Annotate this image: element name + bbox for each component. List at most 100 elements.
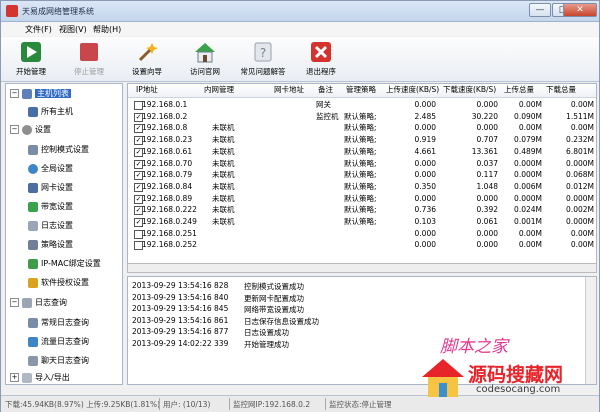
table-row[interactable]: 192.168.0.251 0.000 0.000 0.00M 0.00M <box>128 229 596 239</box>
cell-note: 网关 <box>316 100 331 109</box>
cell-downtotal: 0.232M <box>566 135 594 145</box>
log-message: 网络带宽设置成功 <box>244 305 304 314</box>
control-icon <box>28 144 38 155</box>
cell-lan: 未联机 <box>212 135 235 145</box>
cell-up: 0.000 <box>414 123 436 133</box>
col-download-total[interactable]: 下载总量 <box>546 84 576 96</box>
tree-chat-log[interactable]: 聊天日志查询 <box>28 355 89 369</box>
cell-down: 13.361 <box>471 146 498 156</box>
cell-down: 0.000 <box>476 123 498 133</box>
minimize-button[interactable]: — <box>529 3 551 17</box>
col-mac[interactable]: 网卡地址 <box>274 84 304 96</box>
menu-help[interactable]: 帮助(H) <box>93 24 121 35</box>
stop-manage-button[interactable]: 停止管理 <box>61 39 117 79</box>
cell-downtotal: 0.068M <box>566 170 594 180</box>
wand-icon <box>136 41 158 63</box>
table-row[interactable]: ✓ 192.168.0.79 未联机 默认策略; 0.000 0.117 0.000M 0.0… <box>128 170 596 181</box>
cell-downtotal: 0.00M <box>570 123 594 133</box>
table-row[interactable]: ✓ 192.168.0.222 未联机 默认策略; 0.736 0.392 0.024M 0.… <box>128 205 596 216</box>
col-upload-speed[interactable]: 上传速度(KB/S) <box>386 84 439 96</box>
table-horizontal-scrollbar[interactable] <box>127 263 597 273</box>
watermark-url: codesocang.com <box>476 384 561 395</box>
cell-lan: 未联机 <box>212 146 235 156</box>
computer-icon <box>28 106 38 117</box>
cell-ip: 192.168.0.2 <box>142 111 188 121</box>
faq-button[interactable]: ? 常见问题解答 <box>235 39 291 79</box>
menu-view[interactable]: 视图(V) <box>59 24 87 35</box>
nav-tree: − 主机列表 所有主机 − 设置 控制模式设置 全局设置 网卡设置 带宽设置 日志设… <box>5 83 123 385</box>
collapse-toggle[interactable]: − <box>10 125 19 134</box>
tree-log-settings[interactable]: 日志设置 <box>28 220 73 234</box>
watermark-house-icon <box>422 359 464 397</box>
cell-uptotal: 0.024M <box>514 205 542 215</box>
log-time: 2013-09-29 13:54:16 877 <box>132 327 229 336</box>
start-manage-button[interactable]: 开始管理 <box>3 39 59 79</box>
cell-down: 0.000 <box>476 193 498 203</box>
setup-wizard-button[interactable]: 设置向导 <box>119 39 175 79</box>
tree-nic-settings[interactable]: 网卡设置 <box>28 182 73 196</box>
tree-all-hosts[interactable]: 所有主机 <box>28 106 73 120</box>
collapse-toggle[interactable]: − <box>10 89 19 98</box>
col-note[interactable]: 备注 <box>318 84 333 96</box>
tree-import-export[interactable]: + 导入/导出 <box>10 372 70 386</box>
table-row[interactable]: 192.168.0.1 网关 0.000 0.000 0.00M 0.00M <box>128 100 596 110</box>
tree-control-mode[interactable]: 控制模式设置 <box>28 144 89 158</box>
col-policy[interactable]: 管理策略 <box>346 84 376 96</box>
cell-up: 0.103 <box>414 217 436 226</box>
tree-ipmac-settings[interactable]: IP-MAC绑定设置 <box>28 258 101 272</box>
status-state: 监控状态:停止管理 <box>329 400 392 409</box>
expand-toggle[interactable]: + <box>10 373 19 382</box>
table-row[interactable]: ✓ 192.168.0.70 未联机 默认策略; 0.000 0.037 0.000M 0.0… <box>128 159 596 169</box>
menu-file[interactable]: 文件(F) <box>25 24 52 35</box>
folder-icon <box>22 372 32 383</box>
watermark-codesocang: 源码搜藏网 <box>468 364 564 386</box>
cell-ip: 192.168.0.249 <box>142 217 197 226</box>
tree-log-query[interactable]: − 日志查询 <box>10 297 67 311</box>
table-row[interactable]: ✓ 192.168.0.8 未联机 默认策略; 0.000 0.000 0.00M 0.00M <box>128 123 596 134</box>
menu-bar: 文件(F) 视图(V) 帮助(H) <box>1 22 599 36</box>
cell-policy: 默认策略; <box>344 123 377 133</box>
exit-program-button[interactable]: 退出程序 <box>293 39 349 79</box>
cell-policy: 默认策略; <box>344 111 377 121</box>
table-row[interactable]: ✓ 192.168.0.84 未联机 默认策略; 0.350 1.048 0.006M 0.0… <box>128 182 596 192</box>
cell-ip: 192.168.0.1 <box>142 100 188 109</box>
cell-lan: 未联机 <box>212 158 235 168</box>
tree-settings[interactable]: − 设置 <box>10 124 51 138</box>
table-row[interactable]: ✓ 192.168.0.23 未联机 默认策略; 0.919 0.707 0.079M 0.2… <box>128 135 596 146</box>
cell-lan: 未联机 <box>212 170 235 180</box>
status-users: 用户: (10/13) <box>163 400 211 409</box>
tree-traffic-log[interactable]: 流量日志查询 <box>28 336 89 350</box>
table-row[interactable]: 192.168.0.252 0.000 0.000 0.00M 0.00M <box>128 240 596 251</box>
col-ip[interactable]: IP地址 <box>136 84 158 96</box>
tree-bandwidth-settings[interactable]: 带宽设置 <box>28 201 73 215</box>
cell-downtotal: 0.012M <box>566 181 594 191</box>
app-window: 天易成网络管理系统 — □ ✕ 文件(F) 视图(V) 帮助(H) 开始管理 停… <box>0 0 600 412</box>
status-divider <box>229 398 230 410</box>
tree-host-list[interactable]: − 主机列表 <box>10 88 71 102</box>
cell-down: 0.392 <box>476 205 498 215</box>
log-scrollbar[interactable] <box>585 277 596 384</box>
col-upload-total[interactable]: 上传总量 <box>504 84 534 96</box>
tree-global-settings[interactable]: 全局设置 <box>28 163 73 177</box>
cell-downtotal: 0.00M <box>570 240 594 250</box>
monitor-icon <box>22 88 32 99</box>
col-lan-manage[interactable]: 内网管理 <box>204 84 234 96</box>
table-row[interactable]: ✓ 192.168.0.2 监控机 默认策略; 2.485 30.220 0.090M 1.5… <box>128 112 596 122</box>
cell-ip: 192.168.0.8 <box>142 123 188 133</box>
tree-policy-settings[interactable]: 策略设置 <box>28 239 73 253</box>
table-row[interactable]: ✓ 192.168.0.61 未联机 默认策略; 4.661 13.361 0.489M 6.… <box>128 147 596 157</box>
cell-down: 30.220 <box>471 111 498 121</box>
tree-regular-log[interactable]: 常规日志查询 <box>28 317 89 331</box>
globe-icon <box>28 163 38 174</box>
cell-uptotal: 0.00M <box>518 240 542 250</box>
table-row[interactable]: ✓ 192.168.0.249 未联机 默认策略; 0.103 0.061 0.001M 0.… <box>128 217 596 227</box>
svg-text:?: ? <box>260 46 266 60</box>
collapse-toggle[interactable]: − <box>10 298 19 307</box>
tree-license-settings[interactable]: 软件授权设置 <box>28 277 89 291</box>
cell-down: 0.061 <box>476 217 498 226</box>
table-row[interactable]: ✓ 192.168.0.89 未联机 默认策略; 0.000 0.000 0.000M 0.0… <box>128 194 596 204</box>
visit-website-button[interactable]: 访问官网 <box>177 39 233 79</box>
cell-ip: 192.168.0.23 <box>142 135 193 145</box>
close-button[interactable]: ✕ <box>563 3 597 17</box>
col-download-speed[interactable]: 下载速度(KB/S) <box>443 84 496 96</box>
